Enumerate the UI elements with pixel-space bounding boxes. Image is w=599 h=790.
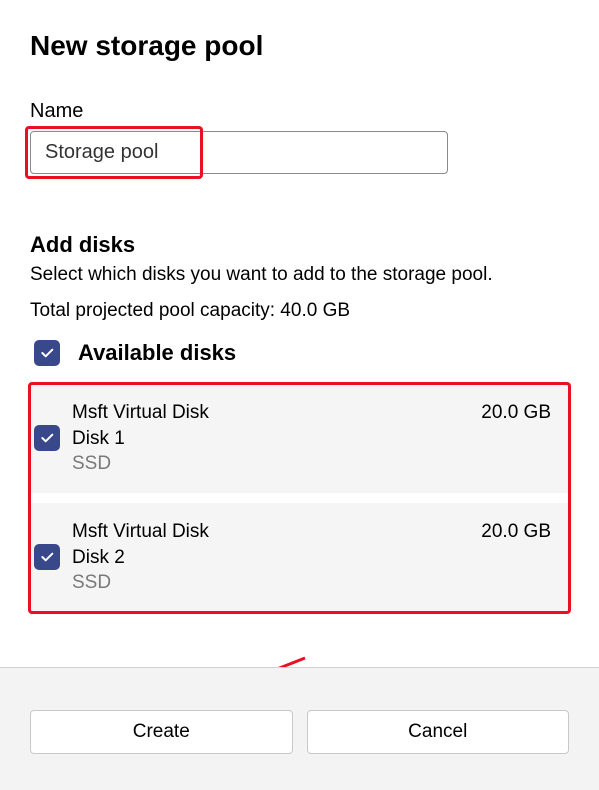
name-input[interactable] (30, 131, 448, 174)
footer-bar: Create Cancel (0, 667, 599, 790)
select-all-checkbox[interactable] (34, 340, 60, 366)
disk-number: Disk 1 (72, 426, 473, 452)
available-disks-label: Available disks (78, 340, 236, 366)
check-icon (39, 345, 55, 361)
disk-type: SSD (72, 451, 473, 477)
check-icon (39, 549, 55, 565)
disk-item[interactable]: Msft Virtual Disk Disk 1 SSD 20.0 GB (30, 384, 569, 493)
disk-name: Msft Virtual Disk (72, 519, 473, 545)
disk-item[interactable]: Msft Virtual Disk Disk 2 SSD 20.0 GB (30, 503, 569, 612)
add-disks-description: Select which disks you want to add to th… (30, 264, 569, 286)
disk-size: 20.0 GB (481, 402, 551, 424)
create-button[interactable]: Create (30, 710, 293, 754)
check-icon (39, 430, 55, 446)
disk-number: Disk 2 (72, 545, 473, 571)
capacity-text: Total projected pool capacity: 40.0 GB (30, 300, 569, 322)
cancel-button[interactable]: Cancel (307, 710, 570, 754)
disk-checkbox[interactable] (34, 425, 60, 451)
disk-type: SSD (72, 570, 473, 596)
disk-checkbox[interactable] (34, 544, 60, 570)
name-label: Name (30, 100, 569, 123)
add-disks-heading: Add disks (30, 232, 569, 258)
disk-name: Msft Virtual Disk (72, 400, 473, 426)
disk-size: 20.0 GB (481, 521, 551, 543)
disk-list: Msft Virtual Disk Disk 1 SSD 20.0 GB Msf… (30, 384, 569, 612)
page-title: New storage pool (30, 30, 569, 62)
